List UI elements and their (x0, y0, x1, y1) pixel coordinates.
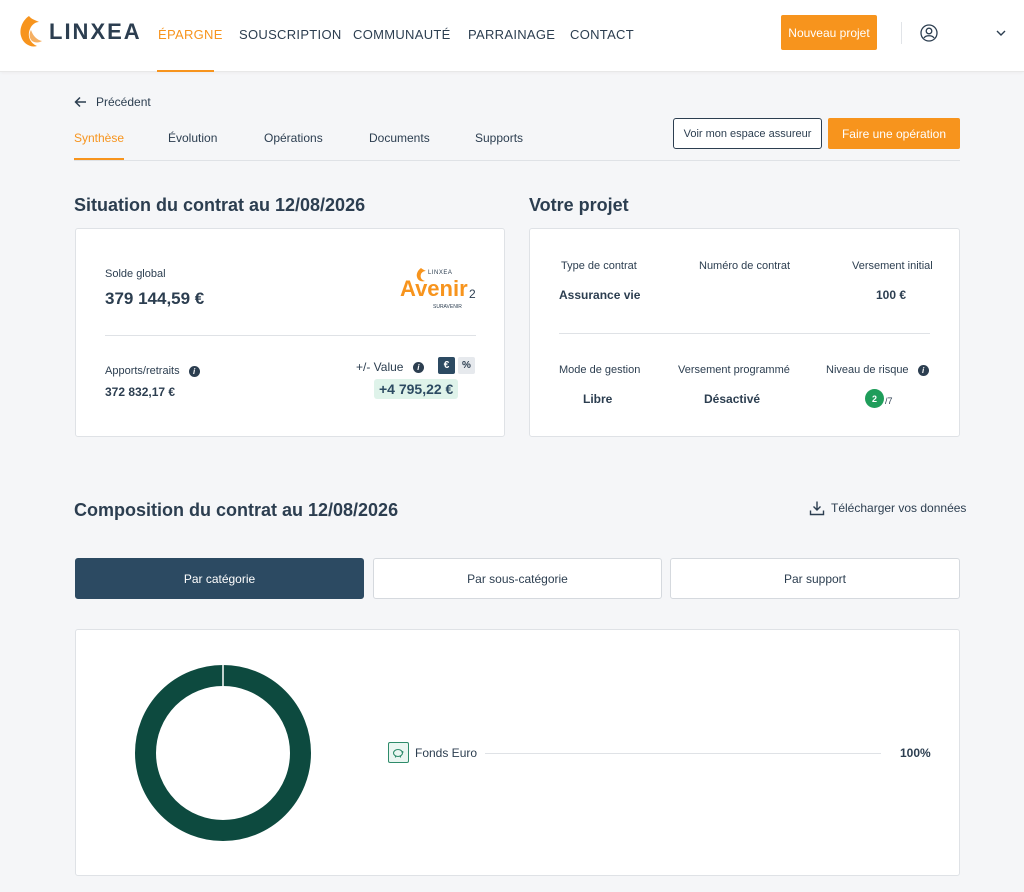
apports-value: 372 832,17 € (105, 385, 176, 399)
make-operation-button[interactable]: Faire une opération (828, 118, 960, 149)
info-icon[interactable]: i (188, 365, 200, 377)
tabs-divider (74, 160, 960, 161)
tab-active-indicator (74, 158, 124, 160)
top-navigation: LINXEA ÉPARGNE SOUSCRIPTION COMMUNAUTÉ P… (0, 0, 1024, 72)
insurer-space-button[interactable]: Voir mon espace assureur (673, 118, 822, 149)
solde-value: 379 144,59 € (105, 289, 205, 308)
risk-level-max: /7 (885, 396, 893, 406)
apports-label: Apports/retraits i (105, 365, 200, 377)
donut-slice-fonds-euro (135, 665, 311, 841)
arrow-left-icon (74, 96, 86, 108)
plusvalue-label: +/- Value i (356, 360, 424, 374)
card-divider (559, 333, 930, 334)
risk-level-badge: 2 (865, 389, 884, 408)
versement-programme-value: Désactivé (704, 392, 761, 406)
segment-par-support[interactable]: Par support (670, 558, 960, 599)
avenir-logo-main: Avenir (400, 276, 468, 301)
tab-operations[interactable]: Opérations (264, 131, 323, 145)
nav-contact[interactable]: CONTACT (570, 27, 634, 42)
avenir-logo: LINXEA Avenir 2 SURAVENIR (398, 267, 483, 315)
tab-synthese[interactable]: Synthèse (74, 131, 124, 145)
versement-initial-value: 100 € (876, 288, 907, 302)
projet-card: Type de contrat Assurance vie Numéro de … (529, 228, 960, 437)
nav-souscription[interactable]: SOUSCRIPTION (239, 27, 342, 42)
niveau-risque-label: Niveau de risque i (826, 364, 929, 376)
download-icon (809, 501, 825, 516)
versement-initial-label: Versement initial (852, 260, 933, 272)
legend-line (485, 753, 881, 754)
segment-par-categorie[interactable]: Par catégorie (75, 558, 364, 599)
apports-label-text: Apports/retraits (105, 365, 180, 377)
fox-logo-icon (20, 16, 42, 47)
mode-gestion-label: Mode de gestion (559, 364, 641, 376)
nav-communaute[interactable]: COMMUNAUTÉ (353, 27, 451, 42)
chevron-down-icon[interactable] (995, 27, 1007, 39)
plusvalue-label-text: +/- Value (356, 360, 404, 374)
linxea-logo[interactable]: LINXEA (17, 14, 142, 50)
composition-chart-card: Fonds Euro 100% (75, 629, 960, 876)
tab-supports[interactable]: Supports (475, 131, 523, 145)
legend-label: Fonds Euro (415, 745, 478, 760)
currency-toggle[interactable]: € (438, 357, 455, 374)
nav-epargne[interactable]: ÉPARGNE (158, 27, 223, 42)
piggy-bank-icon (388, 742, 409, 763)
situation-title: Situation du contrat au 12/08/2026 (74, 195, 366, 215)
download-label: Télécharger vos données (831, 501, 967, 515)
info-icon[interactable]: i (917, 364, 929, 376)
versement-programme-label: Versement programmé (678, 364, 790, 376)
info-icon[interactable]: i (412, 362, 424, 374)
tab-evolution[interactable]: Évolution (168, 131, 217, 145)
avenir-logo-suffix: 2 (469, 287, 476, 301)
segment-par-sous-categorie[interactable]: Par sous-catégorie (373, 558, 662, 599)
donut-chart (135, 665, 311, 841)
situation-card: Solde global 379 144,59 € LINXEA Avenir … (75, 228, 505, 437)
brand-name: LINXEA (49, 19, 142, 44)
niveau-risque-label-text: Niveau de risque (826, 364, 909, 376)
plusvalue-value: +4 795,22 € (374, 379, 459, 399)
tab-documents[interactable]: Documents (369, 131, 430, 145)
mode-gestion-value: Libre (583, 392, 613, 406)
nav-active-indicator (157, 70, 214, 72)
type-contrat-label: Type de contrat (561, 260, 637, 272)
card-divider (105, 335, 476, 336)
download-link[interactable]: Télécharger vos données (809, 500, 966, 516)
back-label: Précédent (96, 95, 151, 109)
numero-contrat-label: Numéro de contrat (699, 260, 791, 272)
percent-toggle[interactable]: % (458, 357, 475, 374)
avenir-logo-sub: SURAVENIR (433, 304, 462, 310)
type-contrat-value: Assurance vie (559, 288, 641, 302)
user-account-icon[interactable] (919, 23, 939, 43)
legend-value: 100% (900, 746, 931, 760)
nav-parrainage[interactable]: PARRAINAGE (468, 27, 555, 42)
solde-label: Solde global (105, 268, 166, 280)
back-link[interactable]: Précédent (74, 95, 151, 109)
legend-item: Fonds Euro (388, 742, 477, 763)
new-project-button[interactable]: Nouveau projet (781, 15, 877, 50)
composition-title: Composition du contrat au 12/08/2026 (74, 500, 399, 520)
nav-divider (901, 22, 902, 44)
projet-title: Votre projet (529, 195, 629, 215)
